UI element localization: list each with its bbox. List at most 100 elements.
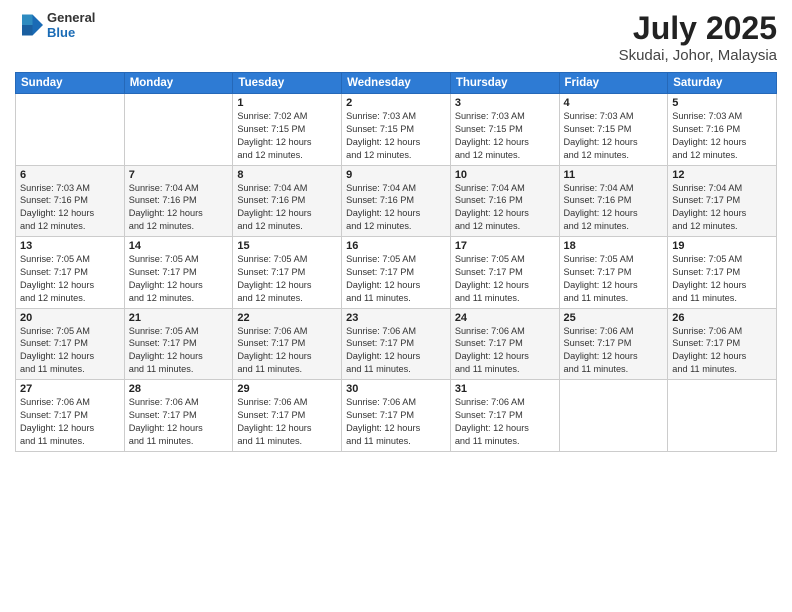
day-info: Sunrise: 7:06 AM Sunset: 7:17 PM Dayligh… bbox=[346, 396, 446, 448]
day-number: 18 bbox=[564, 240, 664, 252]
day-info: Sunrise: 7:05 AM Sunset: 7:17 PM Dayligh… bbox=[129, 253, 229, 305]
day-number: 14 bbox=[129, 240, 229, 252]
day-number: 24 bbox=[455, 312, 555, 324]
logo-icon bbox=[15, 11, 43, 39]
day-info: Sunrise: 7:03 AM Sunset: 7:15 PM Dayligh… bbox=[564, 110, 664, 162]
calendar-cell: 9Sunrise: 7:04 AM Sunset: 7:16 PM Daylig… bbox=[342, 165, 451, 237]
calendar-cell: 8Sunrise: 7:04 AM Sunset: 7:16 PM Daylig… bbox=[233, 165, 342, 237]
day-number: 21 bbox=[129, 312, 229, 324]
calendar-subtitle: Skudai, Johor, Malaysia bbox=[619, 47, 777, 64]
day-number: 28 bbox=[129, 383, 229, 395]
calendar-cell bbox=[559, 380, 668, 452]
calendar-week-row: 1Sunrise: 7:02 AM Sunset: 7:15 PM Daylig… bbox=[16, 94, 777, 166]
weekday-header: Friday bbox=[559, 73, 668, 94]
day-info: Sunrise: 7:03 AM Sunset: 7:15 PM Dayligh… bbox=[455, 110, 555, 162]
calendar-cell: 4Sunrise: 7:03 AM Sunset: 7:15 PM Daylig… bbox=[559, 94, 668, 166]
day-info: Sunrise: 7:04 AM Sunset: 7:16 PM Dayligh… bbox=[346, 182, 446, 234]
calendar-cell: 5Sunrise: 7:03 AM Sunset: 7:16 PM Daylig… bbox=[668, 94, 777, 166]
day-info: Sunrise: 7:06 AM Sunset: 7:17 PM Dayligh… bbox=[564, 325, 664, 377]
day-info: Sunrise: 7:04 AM Sunset: 7:16 PM Dayligh… bbox=[237, 182, 337, 234]
calendar-cell: 17Sunrise: 7:05 AM Sunset: 7:17 PM Dayli… bbox=[450, 237, 559, 309]
calendar-cell: 27Sunrise: 7:06 AM Sunset: 7:17 PM Dayli… bbox=[16, 380, 125, 452]
day-info: Sunrise: 7:04 AM Sunset: 7:17 PM Dayligh… bbox=[672, 182, 772, 234]
calendar-cell bbox=[124, 94, 233, 166]
day-info: Sunrise: 7:04 AM Sunset: 7:16 PM Dayligh… bbox=[564, 182, 664, 234]
calendar-cell: 10Sunrise: 7:04 AM Sunset: 7:16 PM Dayli… bbox=[450, 165, 559, 237]
header: General Blue July 2025 Skudai, Johor, Ma… bbox=[15, 10, 777, 64]
calendar-week-row: 27Sunrise: 7:06 AM Sunset: 7:17 PM Dayli… bbox=[16, 380, 777, 452]
day-number: 12 bbox=[672, 169, 772, 181]
logo: General Blue bbox=[15, 10, 95, 40]
weekday-header: Thursday bbox=[450, 73, 559, 94]
day-info: Sunrise: 7:05 AM Sunset: 7:17 PM Dayligh… bbox=[237, 253, 337, 305]
day-number: 2 bbox=[346, 97, 446, 109]
calendar-week-row: 6Sunrise: 7:03 AM Sunset: 7:16 PM Daylig… bbox=[16, 165, 777, 237]
calendar-cell: 31Sunrise: 7:06 AM Sunset: 7:17 PM Dayli… bbox=[450, 380, 559, 452]
calendar-cell: 6Sunrise: 7:03 AM Sunset: 7:16 PM Daylig… bbox=[16, 165, 125, 237]
day-info: Sunrise: 7:06 AM Sunset: 7:17 PM Dayligh… bbox=[237, 325, 337, 377]
calendar-cell: 2Sunrise: 7:03 AM Sunset: 7:15 PM Daylig… bbox=[342, 94, 451, 166]
day-number: 11 bbox=[564, 169, 664, 181]
logo-line2: Blue bbox=[47, 25, 95, 40]
day-info: Sunrise: 7:06 AM Sunset: 7:17 PM Dayligh… bbox=[346, 325, 446, 377]
calendar-cell: 21Sunrise: 7:05 AM Sunset: 7:17 PM Dayli… bbox=[124, 308, 233, 380]
day-number: 31 bbox=[455, 383, 555, 395]
day-info: Sunrise: 7:03 AM Sunset: 7:15 PM Dayligh… bbox=[346, 110, 446, 162]
calendar-cell: 28Sunrise: 7:06 AM Sunset: 7:17 PM Dayli… bbox=[124, 380, 233, 452]
day-number: 15 bbox=[237, 240, 337, 252]
day-info: Sunrise: 7:06 AM Sunset: 7:17 PM Dayligh… bbox=[455, 325, 555, 377]
day-number: 7 bbox=[129, 169, 229, 181]
weekday-header: Saturday bbox=[668, 73, 777, 94]
calendar-week-row: 13Sunrise: 7:05 AM Sunset: 7:17 PM Dayli… bbox=[16, 237, 777, 309]
calendar-cell: 1Sunrise: 7:02 AM Sunset: 7:15 PM Daylig… bbox=[233, 94, 342, 166]
day-number: 5 bbox=[672, 97, 772, 109]
day-info: Sunrise: 7:05 AM Sunset: 7:17 PM Dayligh… bbox=[20, 253, 120, 305]
day-number: 3 bbox=[455, 97, 555, 109]
calendar-cell: 14Sunrise: 7:05 AM Sunset: 7:17 PM Dayli… bbox=[124, 237, 233, 309]
day-number: 19 bbox=[672, 240, 772, 252]
day-number: 9 bbox=[346, 169, 446, 181]
weekday-header: Sunday bbox=[16, 73, 125, 94]
day-info: Sunrise: 7:05 AM Sunset: 7:17 PM Dayligh… bbox=[672, 253, 772, 305]
calendar-cell: 19Sunrise: 7:05 AM Sunset: 7:17 PM Dayli… bbox=[668, 237, 777, 309]
day-number: 23 bbox=[346, 312, 446, 324]
calendar-cell: 16Sunrise: 7:05 AM Sunset: 7:17 PM Dayli… bbox=[342, 237, 451, 309]
logo-text: General Blue bbox=[47, 10, 95, 40]
day-number: 13 bbox=[20, 240, 120, 252]
calendar-cell: 29Sunrise: 7:06 AM Sunset: 7:17 PM Dayli… bbox=[233, 380, 342, 452]
calendar-cell: 24Sunrise: 7:06 AM Sunset: 7:17 PM Dayli… bbox=[450, 308, 559, 380]
calendar-cell: 7Sunrise: 7:04 AM Sunset: 7:16 PM Daylig… bbox=[124, 165, 233, 237]
day-info: Sunrise: 7:06 AM Sunset: 7:17 PM Dayligh… bbox=[129, 396, 229, 448]
calendar-cell bbox=[668, 380, 777, 452]
day-info: Sunrise: 7:06 AM Sunset: 7:17 PM Dayligh… bbox=[20, 396, 120, 448]
day-number: 27 bbox=[20, 383, 120, 395]
calendar-cell: 11Sunrise: 7:04 AM Sunset: 7:16 PM Dayli… bbox=[559, 165, 668, 237]
day-info: Sunrise: 7:03 AM Sunset: 7:16 PM Dayligh… bbox=[20, 182, 120, 234]
day-info: Sunrise: 7:04 AM Sunset: 7:16 PM Dayligh… bbox=[455, 182, 555, 234]
calendar-title: July 2025 bbox=[619, 10, 777, 47]
logo-line1: General bbox=[47, 10, 95, 25]
weekday-header: Monday bbox=[124, 73, 233, 94]
calendar-week-row: 20Sunrise: 7:05 AM Sunset: 7:17 PM Dayli… bbox=[16, 308, 777, 380]
calendar-cell: 12Sunrise: 7:04 AM Sunset: 7:17 PM Dayli… bbox=[668, 165, 777, 237]
day-number: 10 bbox=[455, 169, 555, 181]
calendar-cell: 3Sunrise: 7:03 AM Sunset: 7:15 PM Daylig… bbox=[450, 94, 559, 166]
day-number: 6 bbox=[20, 169, 120, 181]
day-number: 26 bbox=[672, 312, 772, 324]
calendar-header-row: SundayMondayTuesdayWednesdayThursdayFrid… bbox=[16, 73, 777, 94]
calendar-cell: 25Sunrise: 7:06 AM Sunset: 7:17 PM Dayli… bbox=[559, 308, 668, 380]
day-info: Sunrise: 7:05 AM Sunset: 7:17 PM Dayligh… bbox=[346, 253, 446, 305]
day-number: 4 bbox=[564, 97, 664, 109]
weekday-header: Wednesday bbox=[342, 73, 451, 94]
day-info: Sunrise: 7:03 AM Sunset: 7:16 PM Dayligh… bbox=[672, 110, 772, 162]
calendar-cell: 13Sunrise: 7:05 AM Sunset: 7:17 PM Dayli… bbox=[16, 237, 125, 309]
day-info: Sunrise: 7:05 AM Sunset: 7:17 PM Dayligh… bbox=[455, 253, 555, 305]
calendar-cell bbox=[16, 94, 125, 166]
day-info: Sunrise: 7:06 AM Sunset: 7:17 PM Dayligh… bbox=[237, 396, 337, 448]
day-number: 1 bbox=[237, 97, 337, 109]
calendar-cell: 18Sunrise: 7:05 AM Sunset: 7:17 PM Dayli… bbox=[559, 237, 668, 309]
calendar-cell: 26Sunrise: 7:06 AM Sunset: 7:17 PM Dayli… bbox=[668, 308, 777, 380]
day-number: 30 bbox=[346, 383, 446, 395]
calendar-cell: 20Sunrise: 7:05 AM Sunset: 7:17 PM Dayli… bbox=[16, 308, 125, 380]
calendar-cell: 23Sunrise: 7:06 AM Sunset: 7:17 PM Dayli… bbox=[342, 308, 451, 380]
